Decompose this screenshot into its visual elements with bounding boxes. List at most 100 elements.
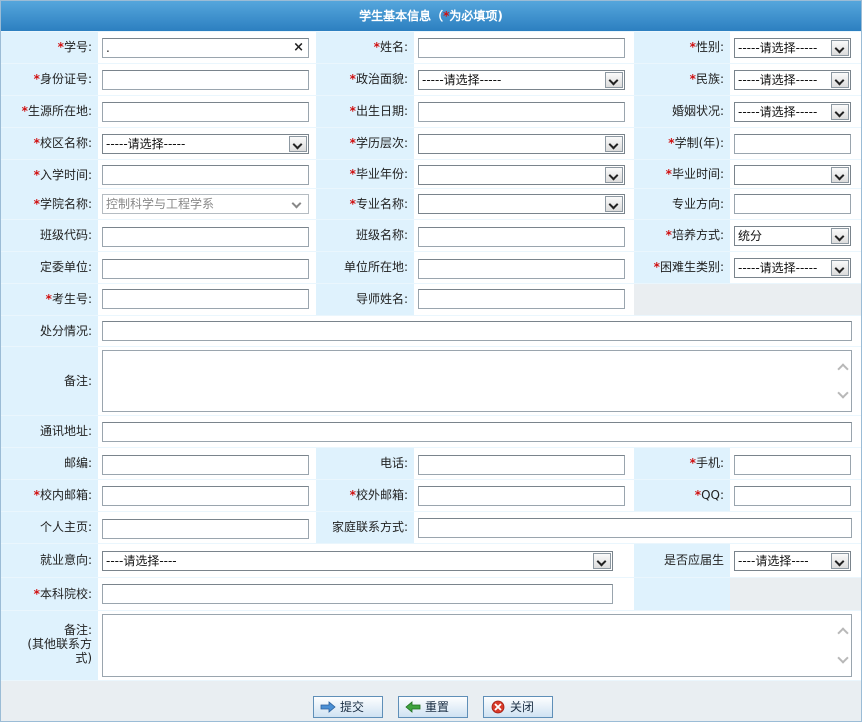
- homepage-input[interactable]: [102, 519, 309, 539]
- supervisor-label: 导师姓名:: [316, 284, 414, 315]
- birth-date-input[interactable]: [418, 102, 625, 122]
- marital-status-select[interactable]: -----请选择-----: [734, 102, 851, 122]
- class-code-input[interactable]: [102, 227, 309, 247]
- hardship-type-select[interactable]: -----请选择-----: [734, 258, 851, 278]
- campus-label: *校区名称:: [1, 128, 98, 159]
- class-name-cell: [414, 220, 634, 251]
- origin-cell: [98, 96, 316, 127]
- class-code-cell: [98, 220, 316, 251]
- phone-input[interactable]: [418, 455, 625, 475]
- discipline-input[interactable]: [102, 321, 852, 341]
- exam-no-input[interactable]: [102, 289, 309, 309]
- political-status-select[interactable]: -----请选择-----: [418, 70, 625, 90]
- mobile-cell: [730, 448, 861, 479]
- mobile-input[interactable]: [734, 455, 851, 475]
- chevron-down-icon: [605, 72, 623, 88]
- exam-no-label: *考生号:: [1, 284, 98, 315]
- other-contact-remarks-textarea[interactable]: [102, 614, 852, 677]
- entry-date-input[interactable]: [102, 165, 309, 185]
- employment-intent-cell: ----请选择----: [98, 544, 634, 577]
- student-id-cell: . ×: [98, 32, 316, 63]
- training-mode-cell: 统分: [730, 220, 861, 251]
- empty-cell: [634, 284, 861, 315]
- undergrad-school-label: *本科院校:: [1, 578, 98, 610]
- birth-date-label: *出生日期:: [316, 96, 414, 127]
- external-email-cell: [414, 480, 634, 511]
- supervisor-input[interactable]: [418, 289, 625, 309]
- duration-input[interactable]: [734, 134, 851, 154]
- class-name-input[interactable]: [418, 227, 625, 247]
- empty-cell: [730, 578, 861, 610]
- address-label: 通讯地址:: [1, 416, 98, 447]
- postcode-input[interactable]: [102, 455, 309, 475]
- empty-cell: [634, 578, 730, 610]
- unit-location-input[interactable]: [418, 259, 625, 279]
- close-button[interactable]: 关闭: [483, 696, 553, 718]
- other-contact-remarks-cell: [98, 611, 861, 680]
- major-select[interactable]: [418, 194, 625, 214]
- grad-year-select[interactable]: [418, 165, 625, 185]
- grad-year-cell: [414, 160, 634, 188]
- hardship-type-cell: -----请选择-----: [730, 252, 861, 283]
- phone-cell: [414, 448, 634, 479]
- clear-icon[interactable]: ×: [293, 40, 304, 56]
- id-card-input[interactable]: [102, 70, 309, 90]
- grad-date-select[interactable]: [734, 165, 851, 185]
- campus-email-input[interactable]: [102, 486, 309, 506]
- class-code-label: 班级代码:: [1, 220, 98, 251]
- college-select: 控制科学与工程学系: [102, 194, 309, 214]
- remarks-textarea[interactable]: [102, 350, 852, 412]
- political-status-label: *政治面貌:: [316, 64, 414, 95]
- qq-input[interactable]: [734, 486, 851, 506]
- commissioned-unit-input[interactable]: [102, 259, 309, 279]
- fresh-graduate-select[interactable]: ----请选择----: [734, 551, 851, 571]
- grad-date-cell: [730, 160, 861, 188]
- scrollbar[interactable]: [833, 615, 851, 676]
- supervisor-cell: [414, 284, 634, 315]
- family-contact-cell: [414, 512, 861, 543]
- major-direction-input[interactable]: [734, 194, 851, 214]
- ethnicity-select[interactable]: -----请选择-----: [734, 70, 851, 90]
- submit-button[interactable]: 提交: [313, 696, 383, 718]
- reset-button[interactable]: 重置: [398, 696, 468, 718]
- qq-cell: [730, 480, 861, 511]
- id-card-cell: [98, 64, 316, 95]
- employment-intent-label: 就业意向:: [1, 544, 98, 577]
- major-label: *专业名称:: [316, 189, 414, 219]
- undergrad-school-cell: [98, 578, 634, 610]
- marital-status-label: 婚姻状况:: [634, 96, 730, 127]
- chevron-down-icon: [605, 136, 623, 152]
- class-name-label: 班级名称:: [316, 220, 414, 251]
- name-input[interactable]: [418, 38, 625, 58]
- chevron-down-icon: [289, 196, 307, 212]
- marital-status-cell: -----请选择-----: [730, 96, 861, 127]
- origin-input[interactable]: [102, 102, 309, 122]
- campus-cell: -----请选择-----: [98, 128, 316, 159]
- arrow-right-icon: [320, 701, 336, 713]
- gender-select[interactable]: -----请选择-----: [734, 38, 851, 58]
- chevron-down-icon: [289, 136, 307, 152]
- ethnicity-cell: -----请选择-----: [730, 64, 861, 95]
- campus-select[interactable]: -----请选择-----: [102, 134, 309, 154]
- training-mode-select[interactable]: 统分: [734, 226, 851, 246]
- phone-label: 电话:: [316, 448, 414, 479]
- chevron-down-icon: [837, 387, 849, 399]
- exam-no-cell: [98, 284, 316, 315]
- entry-date-label: *入学时间:: [1, 160, 98, 191]
- external-email-input[interactable]: [418, 486, 625, 506]
- name-label: *姓名:: [316, 32, 414, 63]
- student-id-input[interactable]: . ×: [102, 38, 309, 58]
- undergrad-school-input[interactable]: [102, 584, 613, 604]
- postcode-label: 邮编:: [1, 448, 98, 479]
- college-label: *学院名称:: [1, 189, 98, 219]
- scrollbar[interactable]: [833, 351, 851, 411]
- employment-intent-select[interactable]: ----请选择----: [102, 551, 613, 571]
- campus-email-cell: [98, 480, 316, 511]
- student-info-form: 学生基本信息（*为必填项) *学号: . × *姓名: *性别: -----请选择…: [0, 0, 862, 722]
- family-contact-input[interactable]: [418, 518, 852, 538]
- address-input[interactable]: [102, 422, 852, 442]
- homepage-cell: [98, 512, 316, 543]
- origin-label: *生源所在地:: [1, 96, 98, 127]
- discipline-cell: [98, 316, 861, 346]
- degree-level-select[interactable]: [418, 134, 625, 154]
